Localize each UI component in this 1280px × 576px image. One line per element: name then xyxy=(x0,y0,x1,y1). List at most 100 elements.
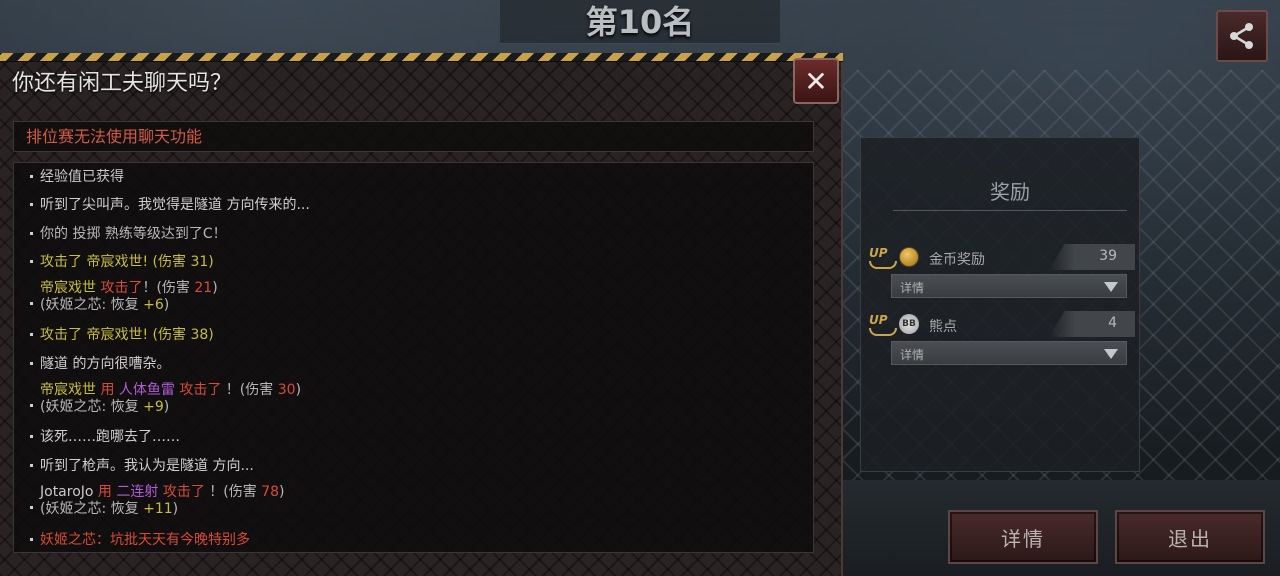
bullet-icon xyxy=(30,506,33,509)
reward-name: 金币奖励 xyxy=(929,252,985,268)
chat-segment: JotaroJo xyxy=(40,484,94,500)
chat-segment: 78 xyxy=(261,484,280,500)
chat-message-text: 帝宸戏世 用 人体鱼雷 攻击了 ！(伤害 30) xyxy=(40,382,301,399)
chat-segment: ) xyxy=(279,484,285,500)
chat-segment: 21 xyxy=(194,280,213,296)
detail-dropdown-label: 详情 xyxy=(900,348,925,362)
chat-segment: 听到了枪声。我认为是隧道 方向... xyxy=(40,458,254,474)
chat-message: 该死……跑哪去了…… xyxy=(30,426,180,446)
bullet-icon xyxy=(30,362,33,365)
bullet-icon xyxy=(30,435,33,438)
detail-dropdown-label: 详情 xyxy=(900,281,925,295)
chat-log[interactable]: 经验值已获得听到了尖叫声。我觉得是隧道 方向传来的... 你的 投掷 熟练等级达到… xyxy=(13,162,814,553)
chat-message-text: 妖姬之芯：坑批天天有今晚特别多 xyxy=(40,529,250,549)
chat-modal: 你还有闲工夫聊天吗？ ✕ 排位赛无法使用聊天功能 经验值已获得听到了尖叫声。我觉… xyxy=(0,53,843,576)
chat-message: 经验值已获得 xyxy=(30,166,124,186)
exit-button[interactable]: 退出 xyxy=(1115,510,1265,564)
chat-message-subtext: (妖姬之芯: 恢复 +9) xyxy=(40,399,301,416)
dropdown-arrow-icon xyxy=(1104,282,1118,292)
reward-value-box xyxy=(1049,244,1135,270)
chat-segment: (妖姬之芯: 恢复 xyxy=(40,501,144,517)
chat-message-text: 攻击了 帝宸戏世! (伤害 31) xyxy=(40,251,214,271)
chat-segment: 攻击了 帝宸戏世! (伤害 xyxy=(40,327,191,343)
chat-message: JotaroJo 用 二连射 攻击了 ！(伤害 78) (妖姬之芯: 恢复 +11… xyxy=(30,484,285,518)
modal-title: 你还有闲工夫聊天吗？ xyxy=(12,71,233,96)
chat-segment: 用 xyxy=(96,382,119,398)
chat-segment: +9 xyxy=(143,399,164,415)
chat-segment: 攻击了 xyxy=(158,484,205,500)
chat-message-text: 攻击了 帝宸戏世! (伤害 38) xyxy=(40,324,214,344)
chat-message-subtext: (妖姬之芯: 恢复 +11) xyxy=(40,501,285,518)
chat-segment: ！(伤害 xyxy=(221,382,278,398)
share-button[interactable] xyxy=(1216,10,1268,62)
chat-segment: 妖姬之芯：坑批天天有今晚特别多 xyxy=(40,532,250,548)
reward-panel: 奖励 UP 金币奖励 39 详情 UP BB 熊点 4 详情 xyxy=(860,137,1140,472)
reward-row-coin: UP 金币奖励 39 xyxy=(869,244,1135,272)
close-button[interactable]: ✕ xyxy=(793,58,839,104)
bullet-icon xyxy=(30,175,33,178)
chat-message: 攻击了 帝宸戏世! (伤害 31) xyxy=(30,251,214,271)
rank-title: 第10名 xyxy=(585,3,695,41)
chat-message-text: 帝宸戏世 攻击了！(伤害 21) xyxy=(40,280,218,297)
chat-message: 攻击了 帝宸戏世! (伤害 38) xyxy=(30,324,214,344)
chat-segment: ) xyxy=(212,280,218,296)
chat-segment: ) xyxy=(208,327,214,343)
chat-segment: 30 xyxy=(277,382,296,398)
details-button[interactable]: 详情 xyxy=(948,510,1098,564)
chat-segment: ) xyxy=(163,297,170,313)
chat-segment: +11 xyxy=(143,501,173,517)
bear-point-icon: BB xyxy=(899,314,919,334)
reward-title: 奖励 xyxy=(990,180,1030,204)
reward-divider xyxy=(893,210,1127,211)
reward-name: 熊点 xyxy=(929,319,957,335)
chat-segment: ) xyxy=(172,501,179,517)
chat-message: 隧道 的方向很嘈杂。 xyxy=(30,353,170,373)
chat-message-text: 隧道 的方向很嘈杂。 xyxy=(40,353,170,373)
chat-disabled-notice: 排位赛无法使用聊天功能 xyxy=(13,121,814,152)
chat-segment: ) xyxy=(208,254,214,270)
reward-detail-dropdown[interactable]: 详情 xyxy=(891,341,1127,365)
chat-message-text: JotaroJo 用 二连射 攻击了 ！(伤害 78) xyxy=(40,484,285,501)
reward-value-box xyxy=(1049,311,1135,337)
bullet-icon xyxy=(30,260,33,263)
chat-message-text: 听到了枪声。我认为是隧道 方向... xyxy=(40,455,254,475)
bullet-icon xyxy=(30,232,33,235)
chat-segment: ！(伤害 xyxy=(142,280,195,296)
chat-segment: +6 xyxy=(143,297,164,313)
chat-segment: 该死……跑哪去了…… xyxy=(40,429,180,445)
chat-segment: 攻击了 帝宸戏世! (伤害 xyxy=(40,254,191,270)
chat-segment: 经验值已获得 xyxy=(40,169,124,185)
chat-message-text: 你的 投掷 熟练等级达到了C！ xyxy=(40,223,227,243)
chat-segment: 用 xyxy=(93,484,117,500)
chat-segment: (妖姬之芯: 恢复 xyxy=(40,297,144,313)
chat-message-text: 听到了尖叫声。我觉得是隧道 方向传来的... xyxy=(40,194,310,214)
reward-value: 4 xyxy=(1108,315,1117,331)
chat-message: 妖姬之芯：坑批天天有今晚特别多 xyxy=(30,529,250,549)
chat-message: 帝宸戏世 攻击了！(伤害 21) (妖姬之芯: 恢复 +6) xyxy=(30,280,218,314)
chat-segment: 攻击了 xyxy=(174,382,222,398)
bullet-icon xyxy=(30,464,33,467)
chat-message: 帝宸戏世 用 人体鱼雷 攻击了 ！(伤害 30) (妖姬之芯: 恢复 +9) xyxy=(30,382,301,416)
reward-detail-dropdown[interactable]: 详情 xyxy=(891,274,1127,298)
bullet-icon xyxy=(30,404,33,407)
chat-message-text: 该死……跑哪去了…… xyxy=(40,426,180,446)
chat-segment: ) xyxy=(295,382,302,398)
share-icon xyxy=(1230,23,1253,49)
close-icon: ✕ xyxy=(804,64,828,98)
reward-value: 39 xyxy=(1099,248,1117,264)
chat-segment: 你的 投掷 熟练等级达到了C！ xyxy=(40,226,227,242)
chat-segment: 31 xyxy=(190,254,209,270)
bullet-icon xyxy=(30,538,33,541)
chat-segment: 帝宸戏世 xyxy=(40,280,96,296)
chat-message-subtext: (妖姬之芯: 恢复 +6) xyxy=(40,297,218,314)
chat-segment: 人体鱼雷 xyxy=(118,382,175,398)
up-badge-icon: UP xyxy=(869,246,897,269)
chat-segment: 隧道 的方向很嘈杂。 xyxy=(40,356,171,372)
chat-segment: 二连射 xyxy=(116,484,159,500)
coin-icon xyxy=(899,247,919,267)
chat-segment: 听到了尖叫声。我觉得是隧道 方向传来的... xyxy=(40,197,310,213)
chat-segment: 帝宸戏世 xyxy=(40,382,96,398)
dropdown-arrow-icon xyxy=(1104,349,1118,359)
bullet-icon xyxy=(30,302,33,305)
chat-segment: ！(伤害 xyxy=(204,484,262,500)
